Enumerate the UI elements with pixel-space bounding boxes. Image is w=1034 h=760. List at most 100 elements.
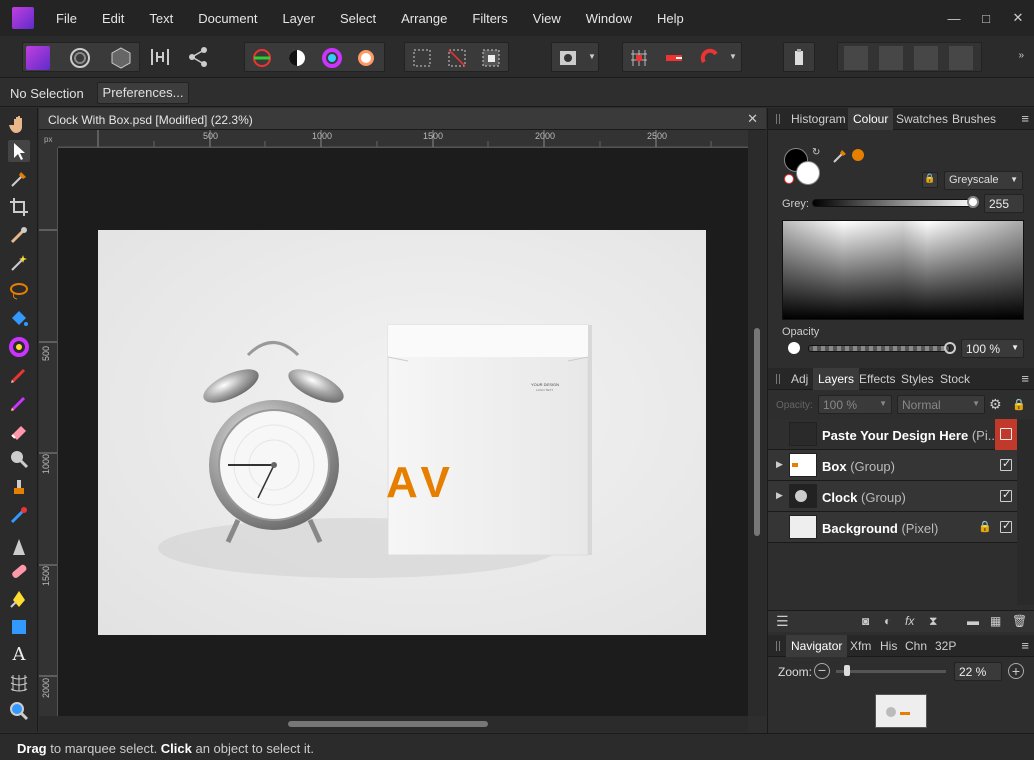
- select-all-icon[interactable]: [410, 46, 434, 70]
- assistant-icon[interactable]: [787, 46, 811, 70]
- selection-brush-tool-icon[interactable]: [8, 224, 30, 246]
- zoom-slider[interactable]: [836, 670, 946, 673]
- zoom-value-field[interactable]: 22 %: [954, 662, 1002, 681]
- gradient-tool-icon[interactable]: [8, 336, 30, 358]
- tab-styles[interactable]: Styles: [901, 372, 934, 386]
- rectangle-tool-icon[interactable]: [8, 616, 30, 638]
- lock-icon[interactable]: 🔒: [922, 172, 938, 188]
- tab-brushes[interactable]: Brushes: [952, 112, 996, 126]
- zoom-in-icon[interactable]: +: [1008, 663, 1024, 679]
- layer-visibility-checkbox[interactable]: [1000, 457, 1012, 471]
- quick-mask-icon[interactable]: [556, 46, 580, 70]
- vertical-scrollbar[interactable]: [748, 130, 766, 716]
- chevron-down-icon[interactable]: ▼: [729, 52, 737, 61]
- move-tool-icon[interactable]: [8, 140, 30, 162]
- colour-wheel-icon[interactable]: [320, 46, 344, 70]
- tab-adjustments[interactable]: Adj: [791, 372, 808, 386]
- mask-icon[interactable]: ◙: [862, 614, 869, 628]
- zoom-tool-icon[interactable]: [8, 700, 30, 722]
- menu-window[interactable]: Window: [586, 11, 632, 26]
- layers-scrollbar[interactable]: [1017, 419, 1034, 605]
- view-tool-hand-icon[interactable]: [8, 113, 30, 135]
- levels-icon[interactable]: [250, 46, 274, 70]
- grey-value-field[interactable]: 255: [984, 194, 1024, 213]
- photo-persona-icon[interactable]: [26, 46, 50, 70]
- vertical-scroll-thumb[interactable]: [754, 328, 760, 536]
- navigator-preview[interactable]: [875, 694, 927, 728]
- pen-tool-icon[interactable]: [8, 588, 30, 610]
- picked-colour-swatch[interactable]: [852, 149, 864, 161]
- live-filter-icon[interactable]: ⧗: [929, 614, 937, 629]
- canvas-area[interactable]: AV YOUR DESIGN LOGO TEXT: [58, 148, 748, 716]
- layer-row-box[interactable]: ▶ Box (Group): [768, 450, 1017, 481]
- horizontal-scrollbar[interactable]: [39, 716, 748, 732]
- panel-grip-icon[interactable]: [776, 374, 780, 384]
- tab-swatches[interactable]: Swatches: [896, 112, 948, 126]
- menu-document[interactable]: Document: [198, 11, 257, 26]
- inpainting-brush-tool-icon[interactable]: [8, 560, 30, 582]
- grey-slider-handle[interactable]: [967, 196, 979, 208]
- erase-brush-tool-icon[interactable]: [8, 420, 30, 442]
- vertical-ruler[interactable]: 500 1000 1500 2000: [39, 148, 58, 716]
- document-tab[interactable]: Clock With Box.psd [Modified] (22.3%) ✕: [39, 108, 766, 130]
- sharpen-brush-tool-icon[interactable]: [8, 536, 30, 558]
- opacity-value-field[interactable]: 100 % ▼: [961, 339, 1024, 358]
- close-document-icon[interactable]: ✕: [747, 111, 758, 127]
- no-colour-icon[interactable]: [784, 174, 794, 184]
- menu-select[interactable]: Select: [340, 11, 376, 26]
- layers-stack-icon[interactable]: ☰: [776, 613, 789, 630]
- tab-stock[interactable]: Stock: [940, 372, 970, 386]
- dodge-brush-tool-icon[interactable]: [8, 448, 30, 470]
- close-button[interactable]: ✕: [1002, 10, 1034, 26]
- paint-brush-tool-icon[interactable]: [8, 364, 30, 386]
- menu-text[interactable]: Text: [149, 11, 173, 26]
- white-balance-icon[interactable]: [354, 46, 378, 70]
- opacity-slider[interactable]: [808, 345, 950, 352]
- tab-colour[interactable]: Colour: [848, 108, 894, 130]
- clone-brush-tool-icon[interactable]: [8, 476, 30, 498]
- tab-navigator[interactable]: Navigator: [786, 635, 848, 657]
- mesh-warp-tool-icon[interactable]: [8, 672, 30, 694]
- subtract-icon[interactable]: [879, 46, 903, 70]
- grey-slider[interactable]: [812, 199, 976, 207]
- smudge-brush-tool-icon[interactable]: [8, 504, 30, 526]
- menu-file[interactable]: File: [56, 11, 77, 26]
- crop-tool-icon[interactable]: [8, 196, 30, 218]
- horizontal-ruler[interactable]: 500 1000 1500 2000 2500: [58, 130, 748, 148]
- colour-mode-select[interactable]: Greyscale ▼: [944, 171, 1023, 190]
- panel-grip-icon[interactable]: [776, 641, 780, 651]
- flood-select-tool-icon[interactable]: [8, 252, 30, 274]
- flood-fill-tool-icon[interactable]: [8, 308, 30, 330]
- blend-mode-select[interactable]: Normal ▼: [897, 395, 985, 414]
- layer-opacity-select[interactable]: 100 % ▼: [818, 395, 892, 414]
- develop-persona-icon[interactable]: [109, 46, 133, 70]
- layer-row-clock[interactable]: ▶ Clock (Group): [768, 481, 1017, 512]
- force-pixel-alignment-icon[interactable]: [662, 46, 686, 70]
- intersect-icon[interactable]: [914, 46, 938, 70]
- document-image[interactable]: AV YOUR DESIGN LOGO TEXT: [98, 230, 706, 635]
- snapping-magnet-icon[interactable]: [698, 46, 722, 70]
- layer-visibility-checkbox[interactable]: [1000, 488, 1012, 502]
- tab-history[interactable]: His: [880, 639, 897, 653]
- fx-icon[interactable]: fx: [905, 614, 914, 628]
- colour-picker-icon[interactable]: [832, 148, 848, 164]
- tab-transform[interactable]: Xfm: [850, 639, 871, 653]
- layer-visibility-toggle[interactable]: [995, 419, 1017, 450]
- invert-selection-icon[interactable]: [479, 46, 503, 70]
- xor-icon[interactable]: [949, 46, 973, 70]
- tab-channels[interactable]: Chn: [905, 639, 927, 653]
- horizontal-scroll-thumb[interactable]: [288, 721, 488, 727]
- tab-effects[interactable]: Effects: [859, 372, 895, 386]
- share-icon[interactable]: [186, 45, 210, 69]
- opacity-slider-handle[interactable]: [944, 342, 956, 354]
- panel-menu-icon[interactable]: ≡: [1021, 111, 1029, 126]
- expand-triangle-icon[interactable]: ▶: [776, 490, 783, 501]
- contrast-icon[interactable]: [285, 46, 309, 70]
- zoom-slider-handle[interactable]: [844, 665, 850, 676]
- freehand-selection-tool-icon[interactable]: [8, 280, 30, 302]
- folder-icon[interactable]: ▬: [967, 614, 979, 628]
- menu-help[interactable]: Help: [657, 11, 684, 26]
- menu-view[interactable]: View: [533, 11, 561, 26]
- expand-triangle-icon[interactable]: ▶: [776, 459, 783, 470]
- menu-arrange[interactable]: Arrange: [401, 11, 447, 26]
